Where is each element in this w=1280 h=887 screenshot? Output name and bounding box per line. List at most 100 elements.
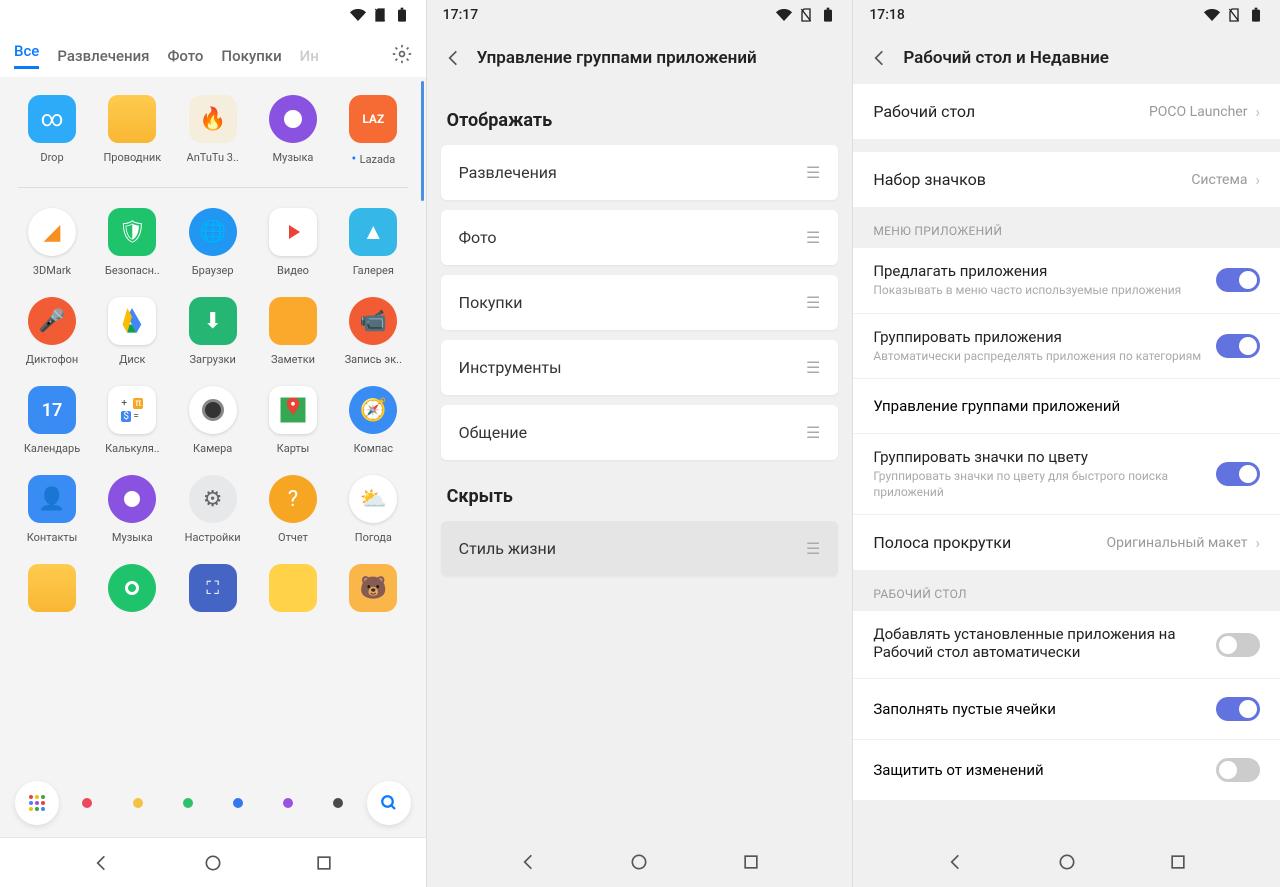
app-calculator[interactable]: +π$=Калькуля.. — [94, 386, 170, 455]
back-icon[interactable] — [518, 852, 538, 872]
back-icon[interactable] — [443, 48, 463, 68]
row-managegroups[interactable]: Управление группами приложений — [853, 379, 1280, 434]
shield-icon: 🛡 — [108, 208, 156, 256]
tab-more[interactable]: Ин — [300, 47, 319, 65]
app-scan[interactable]: ⛶ — [175, 564, 251, 612]
app-gallery[interactable]: ▲Галерея — [335, 208, 411, 277]
app-notes[interactable]: Заметки — [255, 297, 331, 366]
group-photo[interactable]: Фото☰ — [441, 210, 839, 265]
row-desktop[interactable]: Рабочий стол POCO Launcher › — [853, 84, 1280, 140]
bear-icon: 🐻 — [349, 564, 397, 612]
drag-icon[interactable]: ☰ — [806, 293, 820, 312]
app-contacts[interactable]: 👤Контакты — [14, 475, 90, 544]
app-compass[interactable]: 🧭Компас — [335, 386, 411, 455]
question-icon: ? — [269, 475, 317, 523]
app-downloads[interactable]: ⬇Загрузки — [175, 297, 251, 366]
app-browser[interactable]: 🌐Браузер — [175, 208, 251, 277]
recents-icon[interactable] — [741, 852, 761, 872]
dock-all-apps[interactable] — [15, 781, 59, 825]
dock-blue[interactable] — [216, 781, 260, 825]
app-folder[interactable] — [14, 564, 90, 612]
drag-icon[interactable]: ☰ — [806, 423, 820, 442]
gear-icon[interactable] — [392, 44, 412, 68]
recents-icon[interactable] — [1168, 852, 1188, 872]
drag-icon[interactable]: ☰ — [806, 539, 820, 558]
sim-off-icon — [372, 7, 388, 23]
drag-icon[interactable]: ☰ — [806, 358, 820, 377]
tab-photo[interactable]: Фото — [167, 47, 203, 65]
back-icon[interactable] — [945, 852, 965, 872]
group-entertainment[interactable]: Развлечения☰ — [441, 145, 839, 200]
row-iconset[interactable]: Набор значков Система › — [853, 152, 1280, 208]
dock-search[interactable] — [367, 781, 411, 825]
group-communication[interactable]: Общение☰ — [441, 405, 839, 460]
dock-red[interactable] — [65, 781, 109, 825]
app-lazada[interactable]: LAZ• Lazada — [335, 95, 411, 167]
row-suggest[interactable]: Предлагать приложенияПоказывать в меню ч… — [853, 248, 1280, 314]
back-icon[interactable] — [91, 853, 111, 873]
app-explorer[interactable]: Проводник — [94, 95, 170, 167]
app-yellow[interactable] — [255, 564, 331, 612]
row-fill[interactable]: Заполнять пустые ячейки — [853, 679, 1280, 740]
nav-bar — [853, 837, 1280, 887]
toggle-groupcolor[interactable] — [1216, 462, 1260, 486]
app-bear[interactable]: 🐻 — [335, 564, 411, 612]
app-screenrec[interactable]: 📹Запись эк.. — [335, 297, 411, 366]
app-music[interactable]: Музыка — [255, 95, 331, 167]
drag-icon[interactable]: ☰ — [806, 163, 820, 182]
home-icon[interactable] — [1057, 852, 1077, 872]
app-drive[interactable]: Диск — [94, 297, 170, 366]
row-protect[interactable]: Защитить от изменений — [853, 740, 1280, 800]
home-icon[interactable] — [203, 853, 223, 873]
group-shopping[interactable]: Покупки☰ — [441, 275, 839, 330]
status-icons — [350, 7, 410, 23]
tab-all[interactable]: Все — [14, 42, 39, 69]
status-time: 17:18 — [869, 7, 905, 23]
back-icon[interactable] — [869, 48, 889, 68]
app-settings[interactable]: ⚙Настройки — [175, 475, 251, 544]
nav-bar — [0, 837, 426, 887]
recents-icon[interactable] — [314, 853, 334, 873]
home-icon[interactable] — [629, 852, 649, 872]
group-appmenu-label: МЕНЮ ПРИЛОЖЕНИЙ — [853, 208, 1280, 248]
row-scrollbar[interactable]: Полоса прокрутки Оригинальный макет › — [853, 515, 1280, 571]
header: Рабочий стол и Недавние — [853, 30, 1280, 84]
app-calendar[interactable]: 17Календарь — [14, 386, 90, 455]
app-antutu[interactable]: 🔥AnTuTu 3.. — [175, 95, 251, 167]
app-recorder[interactable]: 🎤Диктофон — [14, 297, 90, 366]
drag-icon[interactable]: ☰ — [806, 228, 820, 247]
toggle-fill[interactable] — [1216, 697, 1260, 721]
row-autoadd[interactable]: Добавлять установленные приложения на Ра… — [853, 611, 1280, 679]
dock-purple[interactable] — [266, 781, 310, 825]
row-groupapps[interactable]: Группировать приложенияАвтоматически рас… — [853, 314, 1280, 380]
app-maps[interactable]: Карты — [255, 386, 331, 455]
dock-green[interactable] — [166, 781, 210, 825]
tab-shopping[interactable]: Покупки — [221, 47, 281, 65]
app-music2[interactable]: Музыка — [94, 475, 170, 544]
toggle-autoadd[interactable] — [1216, 633, 1260, 657]
group-lifestyle[interactable]: Стиль жизни☰ — [441, 521, 839, 576]
color-dock — [0, 773, 426, 837]
toggle-protect[interactable] — [1216, 758, 1260, 782]
app-report[interactable]: ?Отчет — [255, 475, 331, 544]
toggle-groupapps[interactable] — [1216, 334, 1260, 358]
row-groupcolor[interactable]: Группировать значки по цветуГруппировать… — [853, 434, 1280, 515]
app-drop[interactable]: ∞Drop — [14, 95, 90, 167]
dock-yellow[interactable] — [116, 781, 160, 825]
app-green[interactable] — [94, 564, 170, 612]
tag-icon — [269, 564, 317, 612]
app-3dmark[interactable]: ◢3DMark — [14, 208, 90, 277]
page-title: Рабочий стол и Недавние — [903, 48, 1109, 68]
app-grid-scroll[interactable]: ∞Drop Проводник 🔥AnTuTu 3.. Музыка LAZ• … — [0, 77, 426, 773]
group-tools[interactable]: Инструменты☰ — [441, 340, 839, 395]
scrollbar[interactable] — [421, 81, 424, 201]
app-video[interactable]: Видео — [255, 208, 331, 277]
tab-entertainment[interactable]: Развлечения — [57, 47, 149, 65]
app-weather[interactable]: ⛅Погода — [335, 475, 411, 544]
app-security[interactable]: 🛡Безопасн.. — [94, 208, 170, 277]
toggle-suggest[interactable] — [1216, 268, 1260, 292]
nav-bar — [427, 837, 853, 887]
app-camera[interactable]: Камера — [175, 386, 251, 455]
dock-gray[interactable] — [316, 781, 360, 825]
folder-icon — [28, 564, 76, 612]
